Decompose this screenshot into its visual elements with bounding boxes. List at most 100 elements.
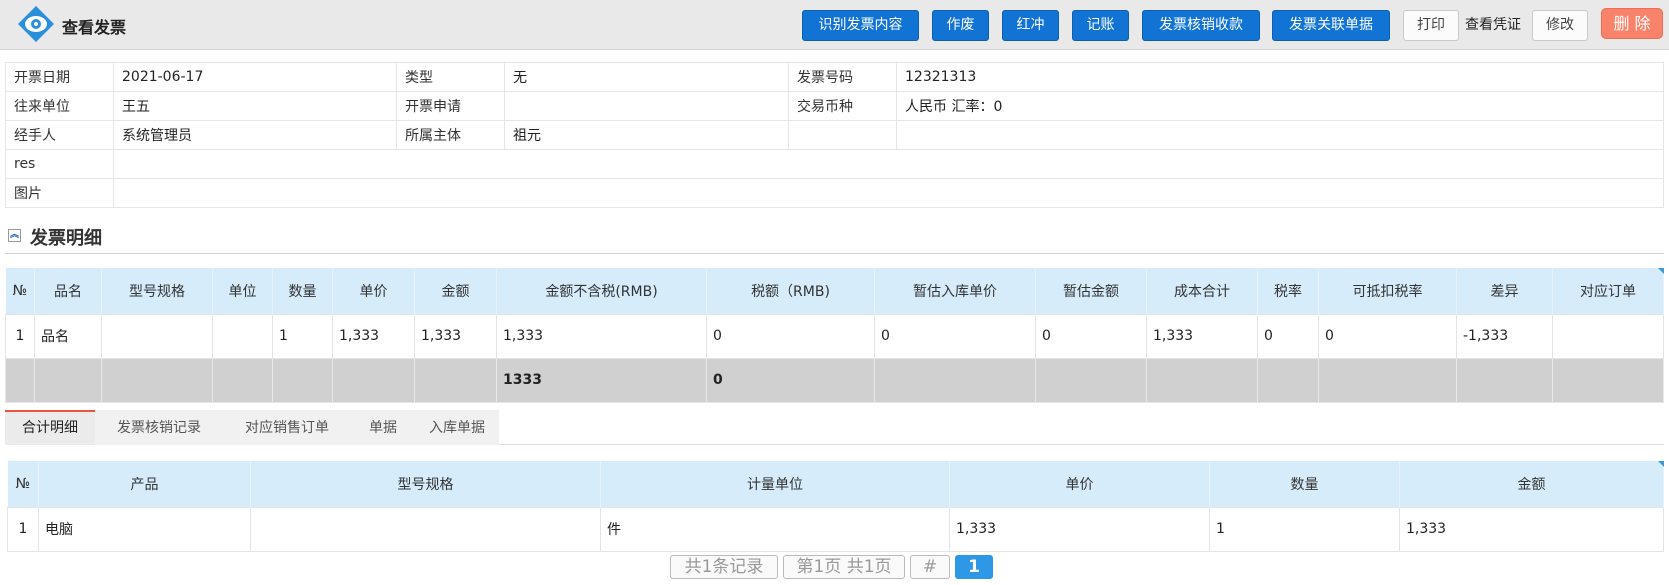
handler-label: 经手人 (5, 120, 114, 150)
type-value: 无 (504, 62, 789, 92)
res-value (113, 149, 1664, 179)
sum-row: 1333 0 (5, 357, 1664, 403)
sum-cell (1146, 357, 1258, 403)
type-label: 类型 (396, 62, 505, 92)
tab-verify-records[interactable]: 发票核销记录 (95, 410, 223, 445)
summary-cell: 1,333 (949, 506, 1210, 552)
image-label: 图片 (5, 178, 114, 208)
summary-column-header: 数量 (1209, 461, 1400, 507)
sum-cell (1456, 357, 1553, 403)
summary-cell: 1 (7, 506, 39, 552)
detail-cell: 品名 (34, 313, 102, 359)
detail-cell (101, 313, 213, 359)
pager-page-1[interactable]: 1 (955, 555, 993, 579)
sum-cell (414, 357, 497, 403)
detail-cell: 1,333 (496, 313, 707, 359)
summary-column-header: 单价 (949, 461, 1210, 507)
summary-column-header: 计量单位 (600, 461, 950, 507)
invoice-no-label: 发票号码 (788, 62, 897, 92)
table-row[interactable]: 1 电脑件 1,333 1 1,333 (7, 506, 1664, 552)
detail-cell (212, 313, 273, 359)
detail-column-header: 金额不含税(RMB) (496, 268, 707, 314)
section-title: 发票明细 (30, 228, 102, 249)
summary-corner-marker (1658, 461, 1664, 467)
pager-total-records: 共1条记录 (670, 555, 778, 579)
detail-column-header: 税额（RMB) (706, 268, 875, 314)
summary-cell: 1,333 (1399, 506, 1664, 552)
detail-cell: -1,333 (1456, 313, 1553, 359)
summary-cell: 电脑 (38, 506, 251, 552)
detail-cell: 1,333 (1146, 313, 1258, 359)
table-row[interactable]: 1 品名 1 1,333 1,333 1,333 0 0 0 1,333 0 0 -1,333 (5, 313, 1664, 359)
summary-cell (250, 506, 601, 552)
invoice-date-value: 2021-06-17 (113, 62, 397, 92)
sum-cell (272, 357, 333, 403)
invoice-apply-label: 开票申请 (396, 91, 505, 121)
sum-cell (1257, 357, 1319, 403)
header-bar: 查看发票 识别发票内容 作废 红冲 记账 发票核销收款 发票关联单据 打印 查看… (0, 0, 1669, 50)
invoice-info-table: 开票日期 2021-06-17 类型 无 发票号码 12321313 往来单位 … (5, 62, 1664, 208)
grid-corner-marker (1658, 268, 1664, 274)
detail-column-header: № (5, 268, 35, 314)
detail-cell: 0 (874, 313, 1036, 359)
sum-cell (1318, 357, 1457, 403)
detail-column-header: 单位 (212, 268, 273, 314)
sum-cell (5, 357, 35, 403)
handler-value: 系统管理员 (113, 120, 397, 150)
eye-logo-icon (18, 6, 54, 42)
pager-jump-button[interactable]: # (910, 555, 950, 579)
page-title: 查看发票 (62, 18, 127, 37)
detail-column-header: 对应订单 (1552, 268, 1664, 314)
tab-total-detail[interactable]: 合计明细 (5, 410, 95, 445)
detail-cell: 0 (706, 313, 875, 359)
summary-column-header: 金额 (1399, 461, 1664, 507)
summary-column-header: № (7, 461, 39, 507)
post-button[interactable]: 记账 (1072, 10, 1129, 41)
tab-documents[interactable]: 单据 (351, 410, 415, 445)
sum-cell (101, 357, 213, 403)
edit-button[interactable]: 修改 (1532, 10, 1588, 41)
collapse-chevron-icon[interactable]: ︽ (8, 229, 21, 242)
invoice-no-value: 12321313 (896, 62, 1664, 92)
link-documents-button[interactable]: 发票关联单据 (1272, 10, 1390, 41)
detail-column-header: 成本合计 (1146, 268, 1258, 314)
recognize-invoice-button[interactable]: 识别发票内容 (802, 10, 919, 41)
sum-cell (212, 357, 273, 403)
sum-cell (874, 357, 1036, 403)
detail-column-header: 金额 (414, 268, 497, 314)
detail-column-header: 暂估金额 (1035, 268, 1147, 314)
party-value: 王五 (113, 91, 397, 121)
detail-column-header: 暂估入库单价 (874, 268, 1036, 314)
tab-sales-orders[interactable]: 对应销售订单 (223, 410, 351, 445)
detail-cell: 1,333 (414, 313, 497, 359)
verify-receipt-button[interactable]: 发票核销收款 (1142, 10, 1260, 41)
void-button[interactable]: 作废 (932, 10, 989, 41)
detail-cell (1552, 313, 1664, 359)
invoice-date-label: 开票日期 (5, 62, 114, 92)
currency-label: 交易币种 (788, 91, 897, 121)
detail-cell: 0 (1035, 313, 1147, 359)
detail-column-header: 税率 (1257, 268, 1319, 314)
sum-cell (332, 357, 415, 403)
summary-column-header: 产品 (38, 461, 251, 507)
sum-cell: 1333 (496, 357, 707, 403)
currency-value: 人民币 汇率：0 (896, 91, 1664, 121)
empty-value-cell (896, 120, 1664, 150)
party-label: 往来单位 (5, 91, 114, 121)
entity-label: 所属主体 (396, 120, 505, 150)
detail-column-header: 单价 (332, 268, 415, 314)
delete-button[interactable]: 删 除 (1601, 8, 1663, 39)
view-voucher-link[interactable]: 查看凭证 (1465, 14, 1521, 34)
red-offset-button[interactable]: 红冲 (1002, 10, 1059, 41)
pager-page-info: 第1页 共1页 (783, 555, 905, 579)
detail-cell: 1 (272, 313, 333, 359)
sum-cell: 0 (706, 357, 875, 403)
detail-cell: 1 (5, 313, 35, 359)
summary-cell: 1 (1209, 506, 1400, 552)
summary-cell: 件 (600, 506, 950, 552)
detail-cell: 0 (1257, 313, 1319, 359)
tab-bar: 合计明细 发票核销记录 对应销售订单 单据 入库单据 (5, 410, 1664, 445)
tab-inbound-documents[interactable]: 入库单据 (415, 410, 499, 445)
detail-cell: 0 (1318, 313, 1457, 359)
print-button[interactable]: 打印 (1403, 10, 1459, 41)
